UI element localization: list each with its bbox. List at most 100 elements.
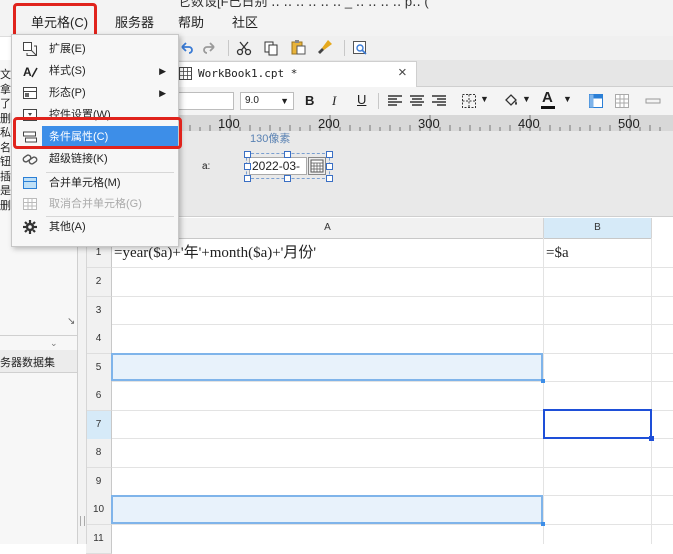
align-center-icon[interactable] [409, 93, 425, 109]
fill-dropdown-icon[interactable]: ▼ [522, 94, 531, 104]
border-dropdown-icon[interactable]: ▼ [480, 94, 489, 104]
menu-item-label: 扩展(E) [49, 43, 86, 55]
fill-handle[interactable] [649, 436, 654, 441]
resize-handle[interactable] [244, 163, 251, 170]
ruler-label: 100 [218, 116, 240, 131]
vertical-splitter[interactable] [78, 218, 87, 544]
menu-item-label: 合并单元格(M) [49, 177, 121, 189]
menu-item-style[interactable]: A 样式(S) ▶ [12, 60, 178, 82]
row-header[interactable]: 7 [86, 411, 112, 440]
fill-handle[interactable] [541, 379, 545, 383]
menu-server[interactable]: 服务器 [115, 12, 154, 31]
font-size-value: 9.0 [245, 95, 259, 106]
copy-icon[interactable] [263, 40, 279, 56]
unmerge-icon [23, 198, 37, 210]
align-right-icon[interactable] [431, 93, 447, 109]
font-color-dropdown-icon[interactable]: ▼ [563, 94, 572, 104]
underline-button[interactable]: U [357, 92, 366, 107]
resize-handle-icon[interactable]: ↘ [67, 316, 75, 327]
menu-item-hyperlink[interactable]: 超级链接(K) [12, 148, 178, 170]
resize-handle[interactable] [326, 175, 333, 182]
grid-line [112, 296, 673, 297]
column-header-b[interactable]: B [544, 218, 652, 239]
align-left-icon[interactable] [387, 93, 403, 109]
border-icon[interactable] [461, 93, 477, 109]
resize-handle[interactable] [326, 163, 333, 170]
cell-a10-merged[interactable] [111, 495, 543, 524]
tab-label: WorkBook1.cpt * [198, 67, 298, 80]
cell-b7-selected[interactable] [543, 409, 652, 439]
menu-item-expand[interactable]: 扩展(E) [12, 38, 178, 60]
menu-item-merge-cells[interactable]: 合并单元格(M) [12, 172, 178, 194]
ruler-label: 300 [418, 116, 440, 131]
font-size-select[interactable]: 9.0 ▼ [240, 92, 294, 110]
toolbar-separator [228, 40, 229, 56]
row-header[interactable]: 4 [86, 325, 112, 354]
grid-line [112, 267, 673, 268]
menu-item-label: 超级链接(K) [49, 153, 108, 165]
italic-button[interactable]: I [332, 93, 336, 109]
redo-icon[interactable] [202, 40, 218, 56]
font-color-button[interactable]: A [542, 89, 553, 106]
date-input[interactable]: 2022-03- [249, 157, 307, 175]
more-icon[interactable] [645, 93, 661, 109]
bold-button[interactable]: B [305, 93, 314, 108]
panel-divider [0, 335, 77, 336]
calendar-icon[interactable] [308, 157, 326, 175]
window-title-fragment: 它数设[F已日别 ‥ ‥ ‥ ‥ ‥ ‥ _ ‥ ‥ ‥ ‥ p‥ ( [178, 0, 429, 9]
menu-item-label: 形态(P) [49, 87, 86, 99]
collapse-chevron-icon[interactable]: ⌄ [50, 338, 58, 349]
link-icon [22, 154, 38, 165]
cell-b1[interactable]: =$a [546, 240, 650, 266]
resize-handle[interactable] [244, 151, 251, 158]
menu-community[interactable]: 社区 [232, 12, 258, 31]
ruler-label: 500 [618, 116, 640, 131]
paste-icon[interactable] [290, 39, 306, 55]
undo-icon[interactable] [178, 40, 194, 56]
toolbar-separator [378, 93, 379, 109]
grid-line [651, 238, 652, 544]
cut-icon[interactable] [236, 40, 252, 56]
grid-line [112, 524, 673, 525]
row-header[interactable]: 11 [86, 525, 112, 554]
param-a-label: a: [202, 161, 211, 172]
fill-handle[interactable] [541, 522, 545, 526]
font-color-swatch [541, 106, 555, 109]
chevron-down-icon[interactable]: ▼ [280, 93, 289, 109]
font-family-select[interactable] [178, 92, 234, 110]
row-header[interactable]: 6 [86, 382, 112, 411]
freeze-icon[interactable] [588, 93, 604, 109]
row-header[interactable]: 10 [86, 496, 112, 525]
row-header[interactable]: 8 [86, 439, 112, 468]
row-header[interactable]: 3 [86, 297, 112, 326]
width-px-label: 130像素 [250, 133, 291, 145]
menu-item-form[interactable]: 形态(P) ▶ [12, 82, 178, 104]
preview-icon[interactable] [352, 40, 368, 56]
resize-handle[interactable] [326, 151, 333, 158]
row-header[interactable]: 5 [86, 354, 112, 383]
menu-item-unmerge-cells[interactable]: 取消合并单元格(G) [12, 193, 178, 215]
grid-icon[interactable] [614, 93, 630, 109]
resize-handle[interactable] [284, 175, 291, 182]
svg-text:A: A [23, 65, 32, 79]
date-widget-selection[interactable]: 2022-03- [244, 151, 333, 182]
menu-help[interactable]: 帮助 [178, 12, 204, 31]
main-toolbar [178, 36, 673, 61]
grid-line [112, 381, 673, 382]
merge-icon [23, 177, 37, 189]
fill-color-icon[interactable] [503, 92, 519, 108]
spreadsheet-grid: A B 1 2 3 4 5 6 7 8 9 10 11 =year($a)+'年… [86, 218, 673, 554]
row-header[interactable]: 9 [86, 468, 112, 497]
resize-handle[interactable] [284, 151, 291, 158]
row-header[interactable]: 2 [86, 268, 112, 297]
menu-item-other[interactable]: 其他(A) [12, 216, 178, 238]
tab-close-icon[interactable]: × [398, 64, 407, 81]
ruler-label: 400 [518, 116, 540, 131]
cell-a5-merged[interactable] [111, 353, 543, 381]
resize-handle[interactable] [244, 175, 251, 182]
format-painter-icon[interactable] [317, 39, 333, 55]
splitter-grip-icon[interactable] [80, 516, 85, 526]
style-icon: A [23, 65, 38, 79]
toolbar-separator [344, 40, 345, 56]
tab-workbook[interactable]: WorkBook1.cpt * × [172, 61, 417, 87]
